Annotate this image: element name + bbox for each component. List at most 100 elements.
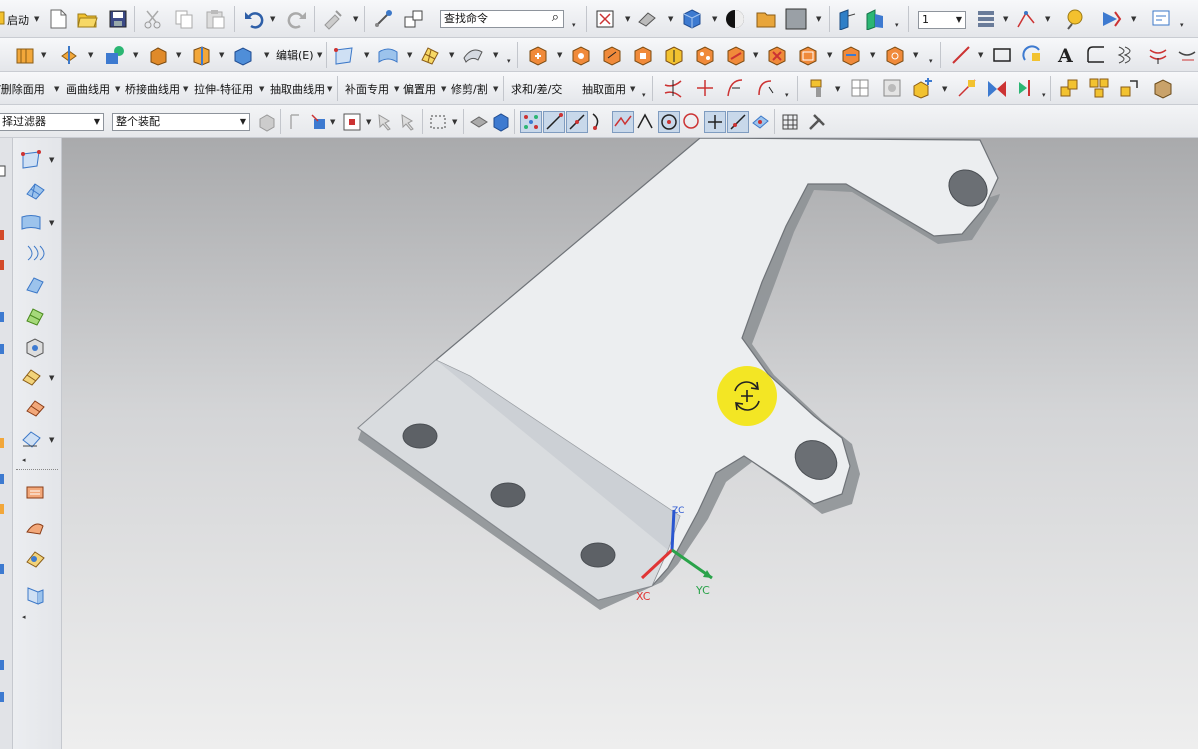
paint-brush-icon[interactable] [808,77,830,99]
orient-view-dropdown-arrow[interactable]: ▼ [668,14,673,24]
motion-dropdown-arrow[interactable]: ▼ [1131,14,1136,24]
revolve-dropdown-arrow[interactable]: ▼ [88,50,93,60]
sync-mirror-face-icon[interactable] [725,44,747,66]
feature-overflow-arrow[interactable]: ▾ [507,56,511,66]
menu-delete-face-arrow[interactable]: ▼ [54,84,59,94]
line-dropdown-arrow[interactable]: ▼ [978,50,983,60]
move-component-icon[interactable] [956,77,978,99]
menu-offset-arrow[interactable]: ▼ [441,84,446,94]
snap-grid-dropdown-arrow[interactable]: ▼ [366,117,371,127]
constrain-face-dropdown-arrow[interactable]: ▼ [913,50,918,60]
palette-icon-2[interactable] [0,228,6,242]
menu-trim[interactable]: 修剪/割 [451,81,488,97]
n-sided-surface-icon[interactable] [24,336,46,358]
edit-menu-dropdown-arrow[interactable]: ▼ [317,50,322,60]
extrude-icon[interactable] [14,44,36,66]
menu-extract-face[interactable]: 抽取面用 [582,81,626,97]
palette-icon-6[interactable] [0,436,6,450]
snap-all-points-icon[interactable] [520,111,542,133]
copy-icon[interactable] [173,8,195,30]
palette-icon-8[interactable] [0,502,6,516]
through-curves-icon[interactable] [24,242,46,264]
sync-resize-face-icon[interactable] [663,44,685,66]
snap-arc-center-icon[interactable] [658,111,680,133]
select-face-icon[interactable] [468,111,490,133]
datum-plane-dropdown-arrow[interactable]: ▼ [364,50,369,60]
datum-plane-icon[interactable] [333,44,355,66]
palette-icon-4[interactable] [0,310,6,324]
undo-icon[interactable] [243,8,265,30]
ruled-surface-icon[interactable] [20,211,42,233]
join-curve-dropdown-arrow[interactable]: ▾ [785,90,789,100]
delete-face-icon[interactable] [766,44,788,66]
unite-bodies-icon[interactable] [104,44,126,66]
snap-grid-toggle-icon[interactable] [779,111,801,133]
display-panel-dropdown-arrow[interactable]: ▼ [816,14,821,24]
rectangle-select-icon[interactable] [428,111,450,133]
styled-sweep-icon[interactable] [24,397,46,419]
linked-face-dropdown-arrow[interactable]: ▼ [870,50,875,60]
snap-endpoint-icon[interactable] [543,111,565,133]
menu-extrude-feature[interactable]: 拉伸-特征用 [194,81,253,97]
extend-sheet-icon[interactable] [24,516,46,538]
add-component-icon[interactable] [911,77,933,99]
palette-icon-3[interactable] [0,258,6,272]
fit-view-dropdown-arrow[interactable]: ▼ [625,14,630,24]
drafting-dropdown-arrow[interactable]: ▾ [1180,20,1184,30]
snap-point-on-curve-icon[interactable] [727,111,749,133]
display-panel-icon[interactable] [785,8,807,30]
explode-view-dropdown-arrow[interactable]: ▾ [1042,90,1046,100]
assembly-constraint-icon[interactable] [986,77,1008,99]
measure-icon[interactable] [372,8,394,30]
general-selection-filter-icon[interactable] [256,111,278,133]
clip-dropdown-arrow[interactable]: ▾ [895,20,899,30]
snap-points-icon[interactable] [1015,8,1037,30]
sketch-surface-dropdown-arrow[interactable]: ▼ [407,50,412,60]
work-layer-dropdown-arrow[interactable]: ▼ [956,12,962,28]
sync-pull-face-icon[interactable] [570,44,592,66]
menu-bridge-curve[interactable]: 桥接曲线用 [125,81,180,97]
analysis-icon[interactable] [1064,8,1086,30]
snap-intersection-icon[interactable] [612,111,634,133]
select-all-icon[interactable] [398,111,420,133]
start-menu-icon[interactable] [0,9,6,27]
sync-pattern-face-icon[interactable] [694,44,716,66]
graphics-viewport[interactable]: XC YC ZC [62,138,1198,749]
clip-section-icon[interactable] [864,8,886,31]
text-icon[interactable]: A [1055,44,1077,67]
rectangle-icon[interactable] [991,44,1013,66]
block-dropdown-arrow[interactable]: ▼ [176,50,181,60]
menu-extrude-feature-arrow[interactable]: ▼ [259,84,264,94]
transition-surface-icon[interactable] [20,366,42,388]
type-filter-select[interactable]: 择过滤器 ▼ [0,113,104,131]
menu-patch-face-arrow[interactable]: ▼ [394,84,399,94]
menu-offset[interactable]: 偏置用 [403,81,436,97]
palette-icon-1[interactable] [0,164,7,178]
repeat-command-icon[interactable] [322,8,344,30]
snap-point-on-surface-icon[interactable] [750,111,772,133]
motion-icon[interactable] [1100,8,1122,30]
snap-existing-point-icon[interactable] [704,111,726,133]
wave-geometry-icon[interactable] [1152,77,1174,99]
menu-extract-face-arrow[interactable]: ▼ [630,84,635,94]
trim-curve-icon[interactable] [662,77,684,99]
palette-group-2-toggle[interactable]: ◂ [22,612,26,622]
shell-icon[interactable] [190,44,212,66]
trim-corner-icon[interactable] [694,77,716,99]
command-finder-dropdown-arrow[interactable]: ▾ [572,20,576,30]
offset-body-icon[interactable] [232,44,254,66]
type-filter-dropdown-arrow[interactable]: ▼ [94,114,100,130]
split-curve-icon[interactable] [1176,44,1198,66]
unite-dropdown-arrow[interactable]: ▼ [133,50,138,60]
sync-overflow-arrow[interactable]: ▾ [929,56,933,66]
menu-boolean[interactable]: 求和/差/交 [511,81,562,97]
menu-bridge-curve-arrow[interactable]: ▼ [183,84,188,94]
snap-grid-icon[interactable] [341,111,363,133]
save-icon[interactable] [107,8,129,30]
menu-extract-curve[interactable]: 抽取曲线用 [270,81,325,97]
sync-replace-face-icon[interactable] [632,44,654,66]
join-curve-icon[interactable] [755,77,777,99]
work-layer-select[interactable]: 1 ▼ [918,11,966,29]
rectangle-select-dropdown-arrow[interactable]: ▼ [452,117,457,127]
mirror-assembly-icon[interactable] [1118,77,1140,99]
